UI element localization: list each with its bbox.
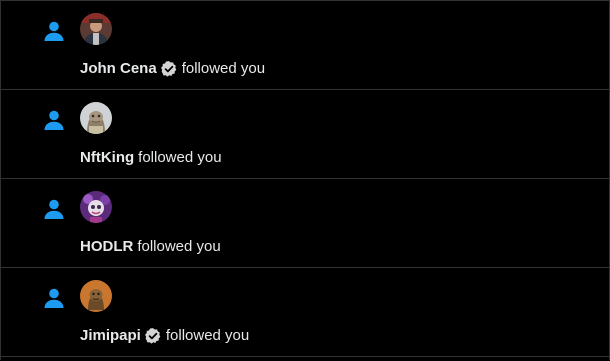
user-name[interactable]: Jimipapi	[80, 326, 141, 346]
nftking-avatar[interactable]	[80, 102, 112, 134]
user-name[interactable]: NftKing	[80, 148, 134, 168]
notification-text: HODLR followed you	[80, 237, 221, 257]
notification-item[interactable]: John Cena followed you	[1, 1, 609, 90]
person-icon	[44, 199, 64, 219]
person-icon	[44, 288, 64, 308]
notification-item[interactable]: NftKing followed you	[1, 90, 609, 179]
notification-item[interactable]: HODLR followed you	[1, 179, 609, 268]
notification-action: followed you	[165, 327, 250, 344]
notification-text: John Cena followed you	[80, 59, 265, 79]
user-name[interactable]: John Cena	[80, 59, 157, 79]
jimipapi-avatar[interactable]	[80, 280, 112, 312]
person-icon	[44, 21, 64, 41]
notifications-feed: John Cena followed you NftKing followed …	[0, 0, 610, 360]
notification-action: followed you	[138, 149, 222, 166]
hodlr-avatar[interactable]	[80, 191, 112, 223]
notification-action: followed you	[181, 60, 266, 77]
notification-text: Jimipapi followed you	[80, 326, 249, 346]
user-name[interactable]: HODLR	[80, 237, 133, 257]
verified-badge-icon	[144, 328, 161, 344]
person-icon	[44, 110, 64, 130]
notification-text: NftKing followed you	[80, 148, 222, 168]
notification-item[interactable]: Jimipapi followed you	[1, 268, 609, 357]
john-cena-avatar[interactable]	[80, 13, 112, 45]
verified-badge-icon	[160, 61, 177, 77]
notification-action: followed you	[137, 238, 221, 255]
